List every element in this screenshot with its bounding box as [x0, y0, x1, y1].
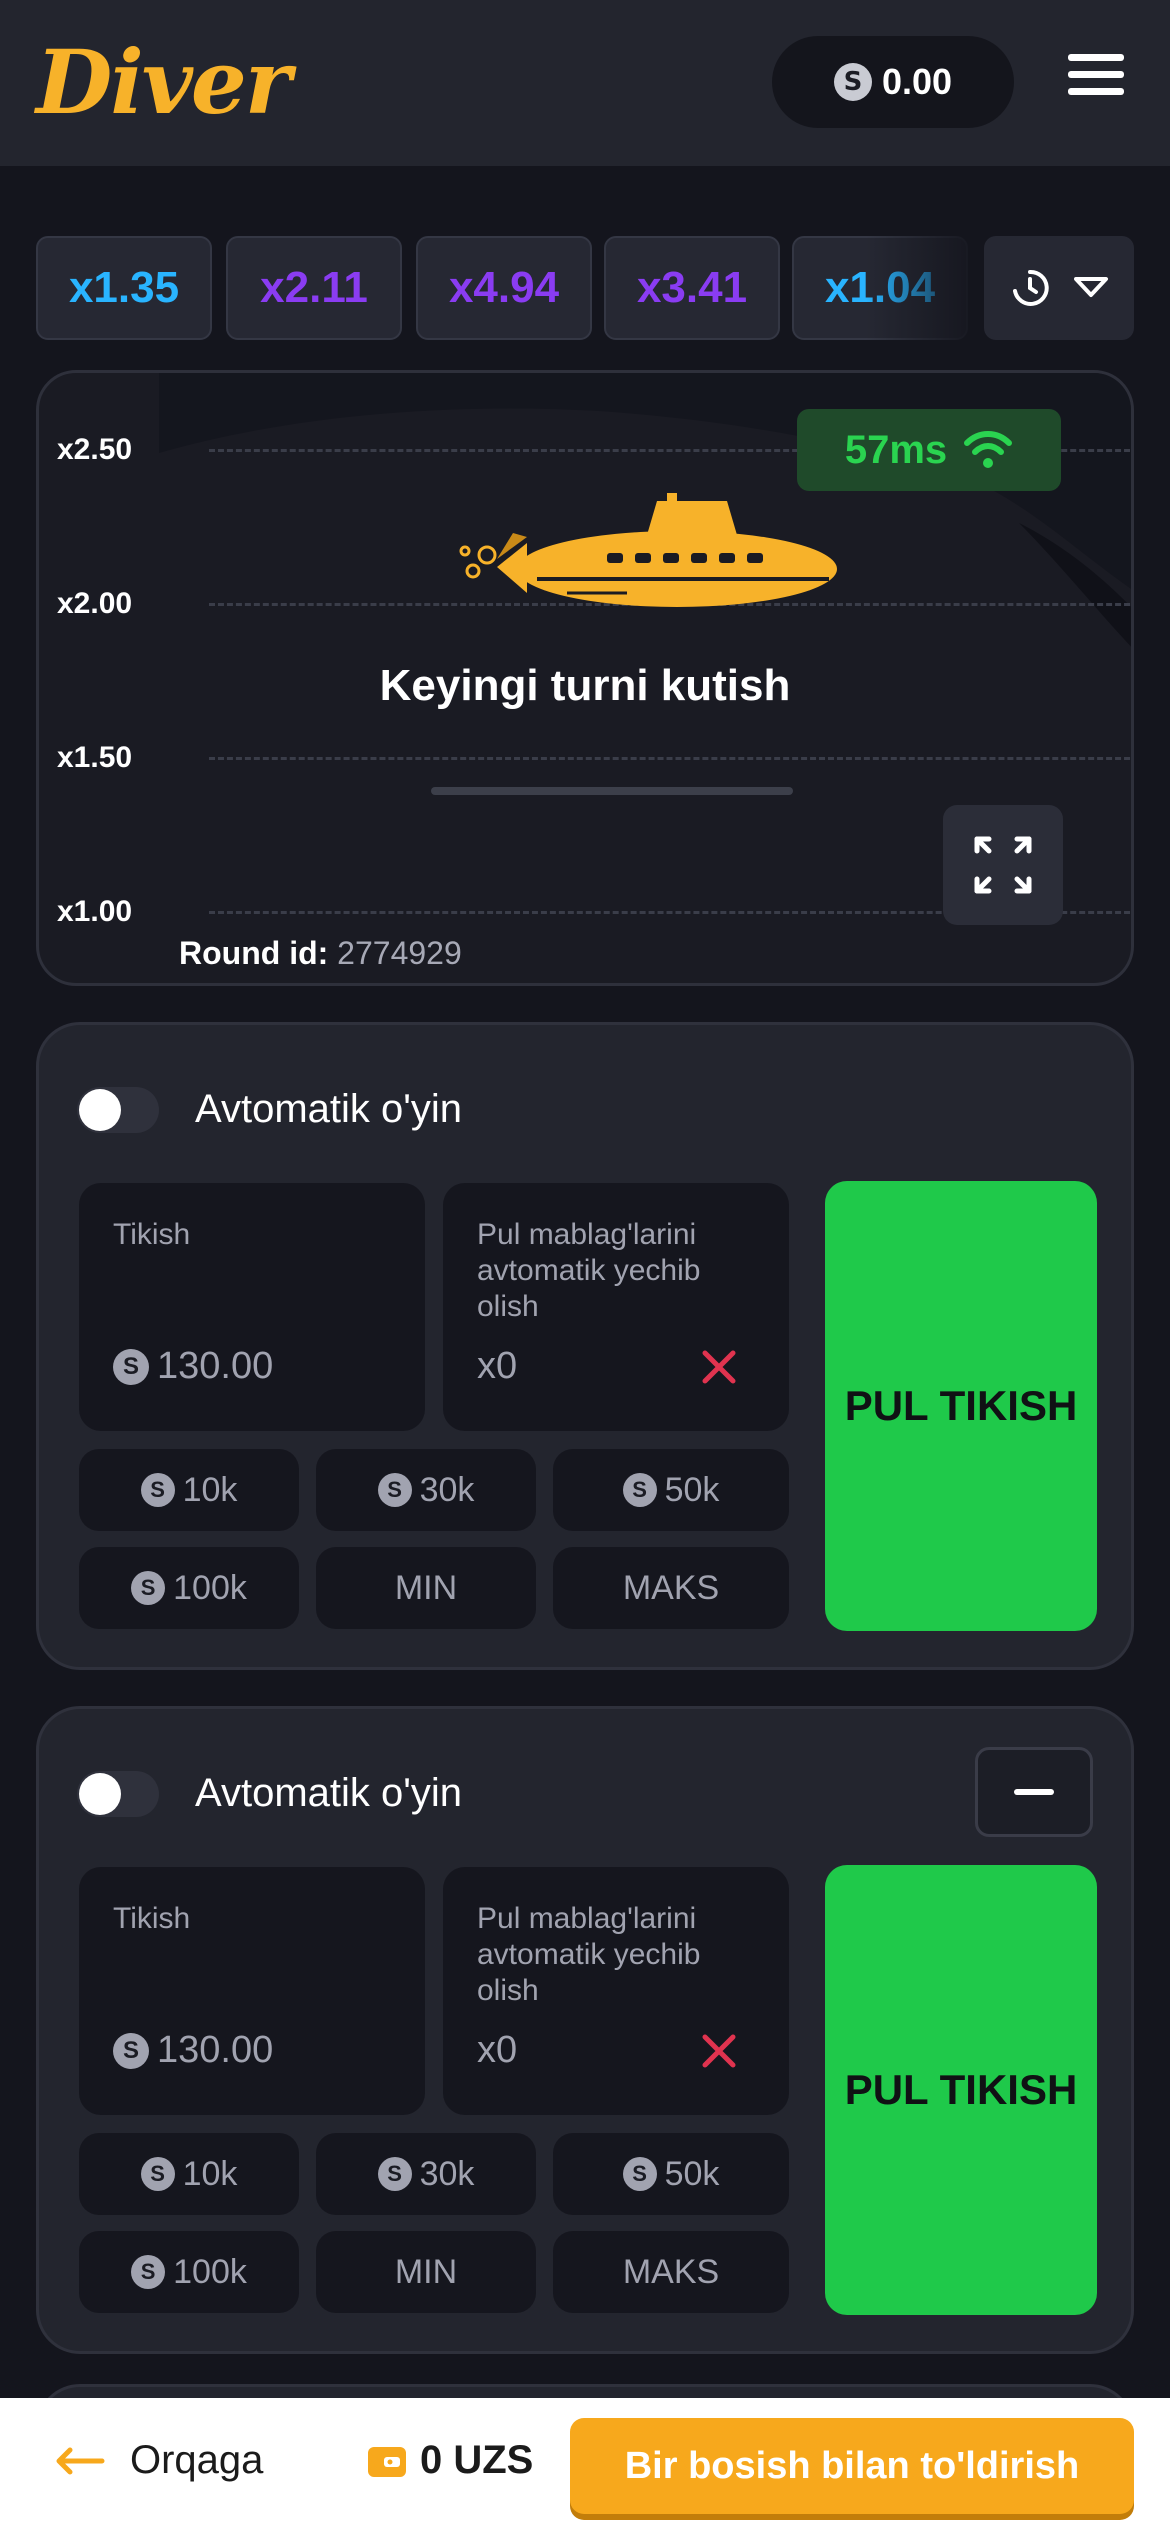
clear-icon[interactable] — [697, 1345, 741, 1389]
bet-panel-2: Avtomatik o'yin Tikish S 130.00 Pul mabla… — [36, 1706, 1134, 2354]
auto-cashout-value[interactable]: x0 — [477, 1345, 517, 1388]
y-axis-label: x2.50 — [57, 433, 133, 466]
quick-bet-chip[interactable]: S 100k — [79, 2231, 299, 2313]
back-label: Orqaga — [130, 2438, 264, 2482]
auto-cashout-label: Pul mablag'larini avtomatik yechib olish — [477, 1218, 701, 1323]
max-bet-button[interactable]: MAKS — [553, 1547, 789, 1629]
hamburger-menu-icon[interactable] — [1068, 54, 1124, 104]
game-canvas: x2.50 x2.00 x1.50 x1.00 57ms Keyingi tur… — [36, 370, 1134, 986]
wallet-value: 0 UZS — [420, 2438, 534, 2482]
coin-icon: S — [113, 2032, 149, 2069]
coin-icon: S — [622, 2157, 657, 2191]
quick-bet-chip[interactable]: S 10k — [79, 1449, 299, 1531]
remove-panel-button[interactable] — [975, 1747, 1093, 1837]
round-id-value: 2774929 — [337, 935, 462, 971]
quick-bet-chip[interactable]: S 50k — [553, 1449, 789, 1531]
back-button[interactable]: Orqaga — [54, 2438, 263, 2483]
minus-icon — [1014, 1789, 1054, 1795]
coin-icon: S — [377, 2157, 412, 2191]
coin-icon: S — [140, 2157, 175, 2191]
wallet-balance: 0 UZS — [366, 2438, 533, 2483]
clear-icon[interactable] — [697, 2029, 741, 2073]
quick-bet-chip[interactable]: S 50k — [553, 2133, 789, 2215]
quick-bet-chip[interactable]: S 30k — [316, 2133, 536, 2215]
y-axis-label: x1.00 — [57, 895, 133, 928]
history-multiplier[interactable]: x4.94 — [416, 236, 592, 340]
wifi-icon — [964, 431, 1013, 468]
logo-text: Diver — [36, 30, 291, 134]
history-multiplier[interactable]: x1.35 — [36, 236, 212, 340]
coin-icon: S — [131, 2255, 166, 2289]
history-toggle-button[interactable] — [984, 236, 1134, 340]
coin-icon: S — [622, 1473, 657, 1507]
auto-cashout-field[interactable]: Pul mablag'larini avtomatik yechib olish… — [443, 1183, 789, 1431]
max-bet-button[interactable]: MAKS — [553, 2231, 789, 2313]
bet-amount-value[interactable]: 130.00 — [157, 2029, 273, 2072]
history-clock-icon — [1012, 269, 1049, 306]
bet-amount-label: Tikish — [113, 1902, 191, 1935]
quick-bet-chip[interactable]: S 30k — [316, 1449, 536, 1531]
coin-icon: S — [131, 1571, 166, 1605]
auto-cashout-value[interactable]: x0 — [477, 2029, 517, 2072]
diver-logo[interactable]: Diver — [36, 34, 291, 130]
quick-bet-chip[interactable]: S 10k — [79, 2133, 299, 2215]
auto-play-label: Avtomatik o'yin — [195, 1771, 463, 1815]
auto-cashout-field[interactable]: Pul mablag'larini avtomatik yechib olish… — [443, 1867, 789, 2115]
coin-icon: S — [140, 1473, 175, 1507]
fullscreen-button[interactable] — [943, 805, 1063, 925]
bottom-bar: Orqaga 0 UZS Bir bosish bilan to'ldirish — [0, 2398, 1170, 2532]
place-bet-button[interactable]: PUL TIKISH — [825, 1865, 1097, 2315]
bet-amount-field[interactable]: Tikish S 130.00 — [79, 1867, 425, 2115]
waiting-progress-bar — [431, 787, 793, 795]
bet-amount-field[interactable]: Tikish S 130.00 — [79, 1183, 425, 1431]
coin-icon: S — [113, 1348, 149, 1385]
y-axis-label: x1.50 — [57, 741, 133, 774]
ping-badge: 57ms — [797, 409, 1061, 491]
coin-icon: S — [377, 1473, 412, 1507]
auto-play-label: Avtomatik o'yin — [195, 1087, 463, 1131]
wallet-icon — [368, 2446, 406, 2477]
balance-value: 0.00 — [881, 61, 953, 102]
round-status-text: Keyingi turni kutish — [379, 661, 791, 710]
one-click-topup-button[interactable]: Bir bosish bilan to'ldirish — [570, 2418, 1134, 2514]
ping-value: 57ms — [844, 427, 948, 472]
grid-line — [209, 757, 1131, 760]
history-multiplier[interactable]: x3.41 — [604, 236, 780, 340]
submarine-icon — [459, 493, 837, 607]
min-bet-button[interactable]: MIN — [316, 2231, 536, 2313]
top-header: Diver S 0.00 — [0, 0, 1170, 166]
arrow-left-icon — [56, 2447, 105, 2474]
auto-play-toggle[interactable] — [77, 1771, 159, 1817]
round-id-label: Round id: — [179, 935, 329, 971]
place-bet-button[interactable]: PUL TIKISH — [825, 1181, 1097, 1631]
multiplier-history: x1.35 x2.11 x4.94 x3.41 x1.04 — [36, 236, 1134, 340]
auto-play-toggle[interactable] — [77, 1087, 159, 1133]
min-bet-button[interactable]: MIN — [316, 1547, 536, 1629]
round-id: Round id: 2774929 — [179, 935, 462, 972]
balance-pill[interactable]: S 0.00 — [772, 36, 1014, 128]
quick-bet-chip[interactable]: S 100k — [79, 1547, 299, 1629]
history-multiplier[interactable]: x2.11 — [226, 236, 402, 340]
y-axis-label: x2.00 — [57, 587, 133, 620]
bet-amount-value[interactable]: 130.00 — [157, 1345, 273, 1388]
bet-amount-label: Tikish — [113, 1218, 191, 1251]
expand-icon — [974, 836, 1032, 894]
bet-panel-1: Avtomatik o'yin Tikish S 130.00 Pul mabla… — [36, 1022, 1134, 1670]
coin-icon: S — [833, 63, 872, 101]
chevron-down-icon — [1073, 277, 1108, 297]
auto-cashout-label: Pul mablag'larini avtomatik yechib olish — [477, 1902, 701, 2007]
